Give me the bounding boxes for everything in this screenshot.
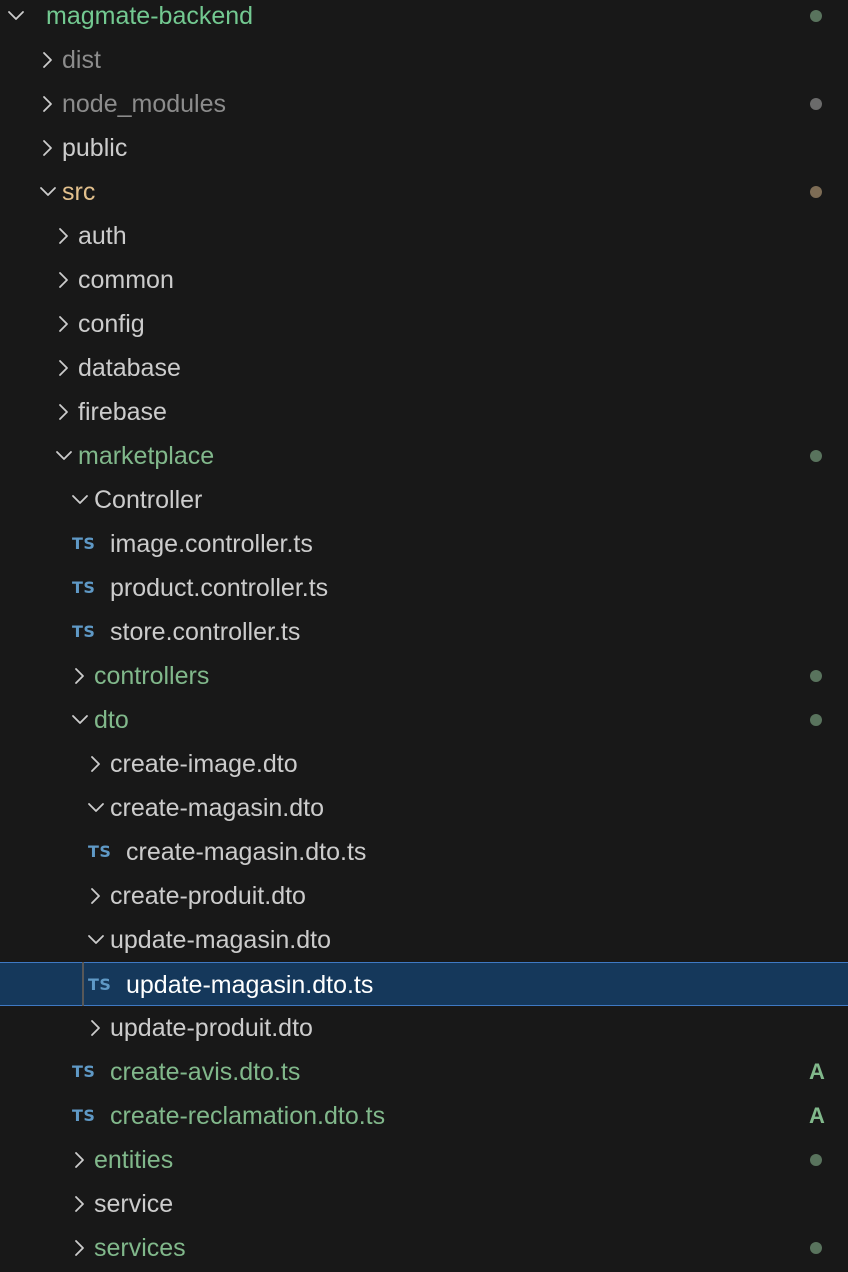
- git-status-dot-icon: [810, 1242, 822, 1254]
- tree-row-folder-controller[interactable]: Controller: [0, 478, 848, 522]
- git-status-dot-icon: [810, 714, 822, 726]
- folder-label: dist: [62, 46, 101, 74]
- tree-row-folder-entities[interactable]: entities: [0, 1138, 848, 1182]
- tree-row-folder-dto[interactable]: dto: [0, 698, 848, 742]
- git-status-dot-icon: [810, 98, 822, 110]
- tree-row-file-image-controller-ts[interactable]: TS image.controller.ts: [0, 522, 848, 566]
- chevron-down-icon[interactable]: [71, 478, 89, 522]
- typescript-file-icon: TS: [72, 578, 96, 597]
- folder-label: database: [78, 354, 181, 382]
- tree-row-file-create-magasin-dto-ts[interactable]: TS create-magasin.dto.ts: [0, 830, 848, 874]
- git-status-dot-icon: [810, 1154, 822, 1166]
- tree-row-file-product-controller-ts[interactable]: TS product.controller.ts: [0, 566, 848, 610]
- file-label: create-reclamation.dto.ts: [110, 1102, 386, 1130]
- file-label: store.controller.ts: [110, 618, 301, 646]
- typescript-file-icon: TS: [88, 842, 112, 861]
- folder-label: Controller: [94, 486, 203, 514]
- explorer-tree: magmate-backend dist node_modulespublic src…: [0, 0, 848, 1272]
- git-added-badge: A: [809, 1103, 825, 1128]
- chevron-right-icon[interactable]: [55, 302, 73, 346]
- tree-row-folder-create-magasin-dto[interactable]: create-magasin.dto: [0, 786, 848, 830]
- typescript-file-icon: TS: [72, 622, 96, 641]
- chevron-right-icon[interactable]: [71, 1226, 89, 1270]
- chevron-right-icon[interactable]: [71, 654, 89, 698]
- folder-label: auth: [78, 222, 127, 250]
- chevron-right-icon[interactable]: [71, 1138, 89, 1182]
- tree-row-folder-create-image-dto[interactable]: create-image.dto: [0, 742, 848, 786]
- chevron-right-icon[interactable]: [87, 874, 105, 918]
- tree-row-folder-auth[interactable]: auth: [0, 214, 848, 258]
- tree-row-file-create-avis-dto-ts[interactable]: TS create-avis.dto.ts A: [0, 1050, 848, 1094]
- folder-label: controllers: [94, 662, 210, 690]
- folder-label: services: [94, 1234, 186, 1262]
- chevron-right-icon[interactable]: [39, 38, 57, 82]
- folder-label: dto: [94, 706, 129, 734]
- typescript-file-icon: TS: [72, 534, 96, 553]
- file-label: create-magasin.dto.ts: [126, 838, 367, 866]
- tree-row-folder-src[interactable]: src: [0, 170, 848, 214]
- file-label: image.controller.ts: [110, 530, 313, 558]
- chevron-down-icon[interactable]: [39, 170, 57, 214]
- typescript-file-icon: TS: [88, 975, 112, 994]
- tree-row-folder-controllers[interactable]: controllers: [0, 654, 848, 698]
- tree-row-folder-public[interactable]: public: [0, 126, 848, 170]
- chevron-down-icon[interactable]: [87, 918, 105, 962]
- chevron-right-icon[interactable]: [55, 390, 73, 434]
- tree-row-file-create-reclamation-dto-ts[interactable]: TS create-reclamation.dto.ts A: [0, 1094, 848, 1138]
- chevron-down-icon[interactable]: [55, 434, 73, 478]
- folder-label: update-magasin.dto: [110, 926, 331, 954]
- folder-label: public: [62, 134, 128, 162]
- folder-label: create-produit.dto: [110, 882, 306, 910]
- chevron-right-icon[interactable]: [55, 258, 73, 302]
- chevron-down-icon[interactable]: [71, 698, 89, 742]
- file-label: create-avis.dto.ts: [110, 1058, 301, 1086]
- typescript-file-icon: TS: [72, 1106, 96, 1125]
- folder-label: common: [78, 266, 174, 294]
- chevron-right-icon[interactable]: [71, 1182, 89, 1226]
- folder-label: firebase: [78, 398, 167, 426]
- tree-row-folder-create-produit-dto[interactable]: create-produit.dto: [0, 874, 848, 918]
- folder-label: node_modules: [62, 90, 227, 118]
- folder-label: entities: [94, 1146, 174, 1174]
- chevron-right-icon[interactable]: [87, 1006, 105, 1050]
- file-label: update-magasin.dto.ts: [126, 971, 374, 999]
- chevron-right-icon[interactable]: [55, 214, 73, 258]
- folder-label: create-magasin.dto: [110, 794, 325, 822]
- git-status-dot-icon: [810, 670, 822, 682]
- tree-row-folder-services[interactable]: services: [0, 1226, 848, 1270]
- chevron-down-icon[interactable]: [87, 786, 105, 830]
- indent-guide: [82, 962, 84, 1006]
- tree-row-folder-firebase[interactable]: firebase: [0, 390, 848, 434]
- tree-row-file-update-magasin-dto-ts[interactable]: TS update-magasin.dto.ts: [0, 962, 848, 1006]
- git-status-dot-icon: [810, 450, 822, 462]
- tree-row-folder-node-modules[interactable]: node_modules: [0, 82, 848, 126]
- folder-label: marketplace: [78, 442, 215, 470]
- tree-row-folder-service[interactable]: service: [0, 1182, 848, 1226]
- chevron-right-icon[interactable]: [39, 82, 57, 126]
- typescript-file-icon: TS: [72, 1062, 96, 1081]
- chevron-down-icon[interactable]: [7, 0, 25, 38]
- tree-row-folder-database[interactable]: database: [0, 346, 848, 390]
- folder-label: config: [78, 310, 145, 338]
- chevron-right-icon[interactable]: [39, 126, 57, 170]
- folder-label: update-produit.dto: [110, 1014, 313, 1042]
- file-label: product.controller.ts: [110, 574, 329, 602]
- chevron-right-icon[interactable]: [87, 742, 105, 786]
- tree-row-folder-marketplace[interactable]: marketplace: [0, 434, 848, 478]
- tree-row-folder-magmate-backend[interactable]: magmate-backend: [0, 0, 848, 38]
- tree-row-folder-dist[interactable]: dist: [0, 38, 848, 82]
- folder-label: magmate-backend: [46, 2, 254, 30]
- tree-row-file-store-controller-ts[interactable]: TS store.controller.ts: [0, 610, 848, 654]
- tree-row-folder-update-magasin-dto[interactable]: update-magasin.dto: [0, 918, 848, 962]
- git-status-dot-icon: [810, 186, 822, 198]
- folder-label: create-image.dto: [110, 750, 298, 778]
- tree-row-folder-config[interactable]: config: [0, 302, 848, 346]
- tree-row-folder-common[interactable]: common: [0, 258, 848, 302]
- folder-label: service: [94, 1190, 174, 1218]
- folder-label: src: [62, 178, 96, 206]
- chevron-right-icon[interactable]: [55, 346, 73, 390]
- git-status-dot-icon: [810, 10, 822, 22]
- tree-row-folder-update-produit-dto[interactable]: update-produit.dto: [0, 1006, 848, 1050]
- git-added-badge: A: [809, 1059, 825, 1084]
